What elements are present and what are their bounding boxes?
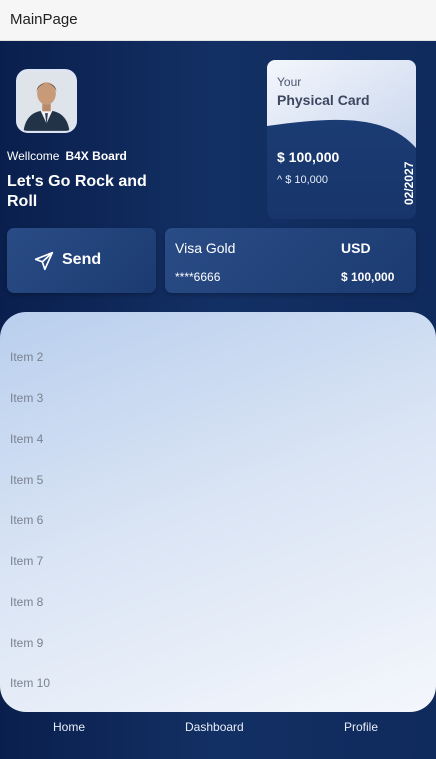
avatar[interactable] xyxy=(16,69,77,133)
list-item[interactable]: Item 7 xyxy=(0,541,436,581)
physical-card[interactable]: Your Physical Card $ 100,000 ^ $ 10,000 … xyxy=(267,60,416,219)
title-bar: MainPage xyxy=(0,0,436,41)
card-title: Physical Card xyxy=(277,92,370,108)
card-label-your: Your xyxy=(277,75,302,89)
list-item[interactable]: Item 10 xyxy=(0,663,436,703)
main-page: MainPage Wellcome B4X Board Let's Go Rock… xyxy=(0,0,436,759)
list-item[interactable]: Item 8 xyxy=(0,582,436,622)
card-expiry: 02/2027 xyxy=(402,161,416,205)
visa-card[interactable]: Visa Gold USD ****6666 $ 100,000 xyxy=(165,228,416,293)
send-label: Send xyxy=(62,251,102,268)
nav-home[interactable]: Home xyxy=(53,720,85,734)
send-icon xyxy=(34,251,54,271)
visa-card-currency: USD xyxy=(341,240,371,256)
visa-card-name: Visa Gold xyxy=(175,240,236,256)
tagline: Let's Go Rock and Roll xyxy=(7,173,147,210)
list-item[interactable]: Item 6 xyxy=(0,500,436,540)
card-sub-amount: ^ $ 10,000 xyxy=(277,174,329,186)
list-item[interactable]: Item 5 xyxy=(0,460,436,500)
visa-card-balance: $ 100,000 xyxy=(341,270,395,284)
card-amount: $ 100,000 xyxy=(277,149,340,165)
welcome-line: Wellcome B4X Board xyxy=(7,149,127,163)
user-name: B4X Board xyxy=(65,149,127,163)
nav-dashboard[interactable]: Dashboard xyxy=(185,720,244,734)
list-item[interactable]: Item 9 xyxy=(0,623,436,663)
list-item[interactable]: Item 3 xyxy=(0,378,436,418)
nav-profile[interactable]: Profile xyxy=(344,720,378,734)
window-title: MainPage xyxy=(10,11,78,28)
list-item[interactable]: Item 2 xyxy=(0,337,436,377)
avatar-photo xyxy=(18,71,75,131)
visa-card-number: ****6666 xyxy=(175,270,221,284)
list-item[interactable]: Item 4 xyxy=(0,419,436,459)
greeting-text: Wellcome xyxy=(7,149,60,163)
send-button[interactable]: Send xyxy=(7,228,156,293)
item-list[interactable]: Item 2 Item 3 Item 4 Item 5 Item 6 Item … xyxy=(0,312,436,712)
